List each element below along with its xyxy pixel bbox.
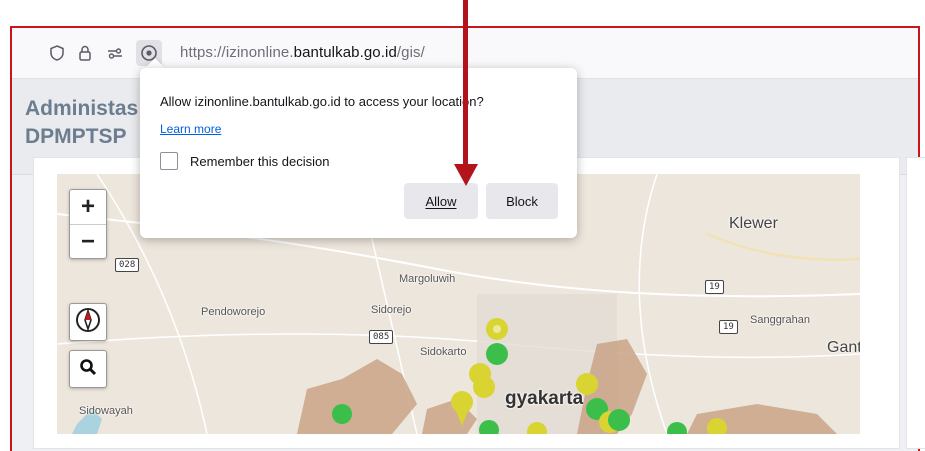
- url-text[interactable]: https://izinonline.bantulkab.go.id/gis/: [180, 44, 425, 61]
- annotation-arrowhead: [454, 164, 478, 186]
- permissions-icon[interactable]: [106, 44, 124, 62]
- map-label-margoluwih: Margoluwih: [399, 273, 456, 285]
- map-label-sidokarto: Sidokarto: [420, 346, 467, 358]
- map-label-klewer: Klewer: [729, 215, 778, 232]
- learn-more-link[interactable]: Learn more: [160, 122, 221, 136]
- zoom-control: + −: [69, 189, 107, 259]
- compass-button[interactable]: [69, 303, 107, 341]
- block-label: Block: [506, 193, 538, 209]
- url-prefix: https://izinonline.: [180, 44, 294, 61]
- compass-icon: [75, 307, 101, 338]
- road-shield-028: 028: [115, 258, 140, 272]
- url-domain: bantulkab.go.id: [293, 44, 397, 61]
- allow-button[interactable]: Allow: [404, 183, 478, 219]
- map-label-sidorejo: Sidorejo: [371, 304, 412, 316]
- road-shield-19b: 19: [719, 320, 738, 334]
- remember-label: Remember this decision: [190, 153, 330, 169]
- map-label-gant: Gant: [827, 339, 860, 356]
- block-button[interactable]: Block: [486, 183, 558, 219]
- map-label-pendoworejo: Pendoworejo: [201, 306, 266, 318]
- lock-icon[interactable]: [76, 44, 94, 62]
- shield-icon[interactable]: [48, 44, 66, 62]
- remember-checkbox[interactable]: [160, 152, 178, 170]
- map-label-sidowayah: Sidowayah: [79, 405, 133, 417]
- zoom-in-button[interactable]: +: [70, 190, 106, 224]
- page-title-line2: DPMPTSP: [25, 125, 127, 148]
- allow-label: Allow: [425, 193, 457, 209]
- page-title-line1: Administas: [25, 97, 139, 120]
- page-title: Administas DPMPTSP: [25, 95, 138, 151]
- zoom-out-button[interactable]: −: [70, 224, 106, 259]
- annotation-arrow: [463, 0, 468, 170]
- search-icon: [79, 358, 97, 381]
- map-label-yogyakarta: gyakarta: [505, 388, 584, 409]
- side-card: [906, 157, 925, 449]
- road-shield-085: 085: [369, 330, 394, 344]
- road-shield-19a: 19: [705, 280, 724, 294]
- permission-question: Allow izinonline.bantulkab.go.id to acce…: [160, 94, 484, 109]
- map-label-sanggrahan: Sanggrahan: [750, 314, 810, 326]
- location-permission-popup: Allow izinonline.bantulkab.go.id to acce…: [140, 68, 577, 238]
- map-search-button[interactable]: [69, 350, 107, 388]
- url-path: /gis/: [396, 44, 425, 61]
- remember-decision[interactable]: Remember this decision: [160, 152, 329, 170]
